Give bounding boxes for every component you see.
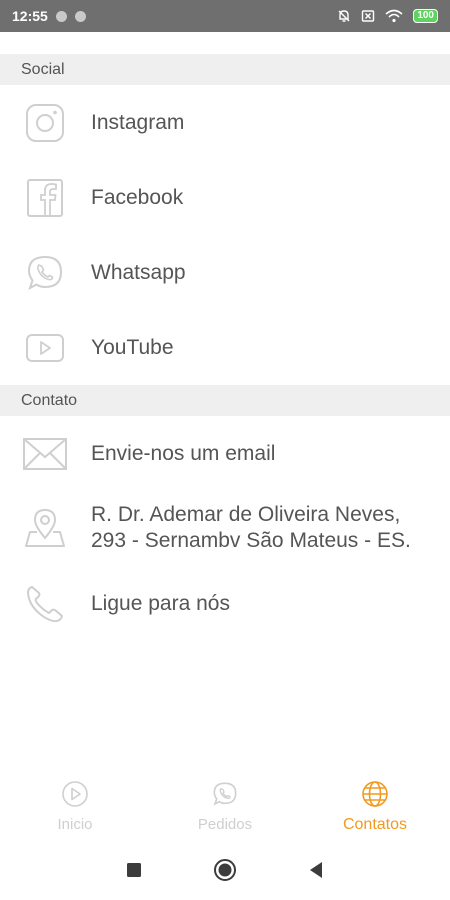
status-time: 12:55 (12, 8, 48, 24)
facebook-icon (22, 175, 68, 221)
notification-dot-icon (55, 10, 67, 22)
mail-icon (22, 431, 68, 477)
section-header-contato: Contato (0, 385, 450, 416)
list-item-instagram[interactable]: Instagram (0, 85, 450, 160)
list-item-youtube[interactable]: YouTube (0, 310, 450, 385)
battery-indicator: 100 (413, 9, 438, 23)
nav-tab-contatos[interactable]: Contatos (300, 780, 450, 834)
address-line-1: R. Dr. Ademar de Oliveira Neves, (91, 503, 401, 526)
section-header-social: Social (0, 54, 450, 85)
notification-dot-icon (74, 10, 86, 22)
address-line-2: 293 - Sernambv São Mateus - ES. (91, 529, 411, 552)
sim-off-icon (361, 9, 375, 23)
recent-apps-button[interactable] (126, 862, 142, 883)
play-icon (61, 780, 89, 813)
bottom-navigation: Inicio Pedidos Contatos (0, 768, 450, 844)
list-item-label: Whatsapp (91, 260, 186, 284)
list-item-label: YouTube (91, 335, 174, 359)
list-item-email[interactable]: Envie-nos um email (0, 416, 450, 491)
globe-icon (361, 780, 389, 813)
list-item-whatsapp[interactable]: Whatsapp (0, 235, 450, 310)
back-button[interactable] (308, 861, 324, 884)
nav-tab-pedidos[interactable]: Pedidos (150, 780, 300, 833)
address-label: R. Dr. Ademar de Oliveira Neves, 293 - S… (91, 502, 411, 554)
wifi-icon (385, 9, 403, 23)
top-spacer (0, 32, 450, 51)
list-item-phone[interactable]: Ligue para nós (0, 566, 450, 641)
instagram-icon (22, 100, 68, 146)
nav-tab-label: Contatos (342, 816, 408, 833)
home-button[interactable] (213, 858, 237, 887)
location-pin-icon (22, 505, 68, 551)
nav-tab-label: Inicio (57, 816, 93, 833)
list-item-label: Instagram (91, 110, 185, 134)
status-bar: 12:55 100 (0, 0, 450, 32)
whatsapp-icon (22, 250, 68, 296)
list-item-address[interactable]: R. Dr. Ademar de Oliveira Neves, 293 - S… (0, 488, 450, 568)
list-item-facebook[interactable]: Facebook (0, 160, 450, 235)
list-item-label: Ligue para nós (91, 591, 230, 615)
system-navigation-bar (0, 844, 450, 900)
list-item-label: Facebook (91, 185, 184, 209)
youtube-icon (22, 325, 68, 371)
whatsapp-icon (211, 780, 239, 813)
mute-bell-icon (337, 9, 351, 23)
nav-tab-label: Pedidos (197, 816, 253, 833)
nav-tab-inicio[interactable]: Inicio (0, 780, 150, 833)
list-item-label: Envie-nos um email (91, 441, 276, 465)
phone-icon (22, 581, 68, 627)
